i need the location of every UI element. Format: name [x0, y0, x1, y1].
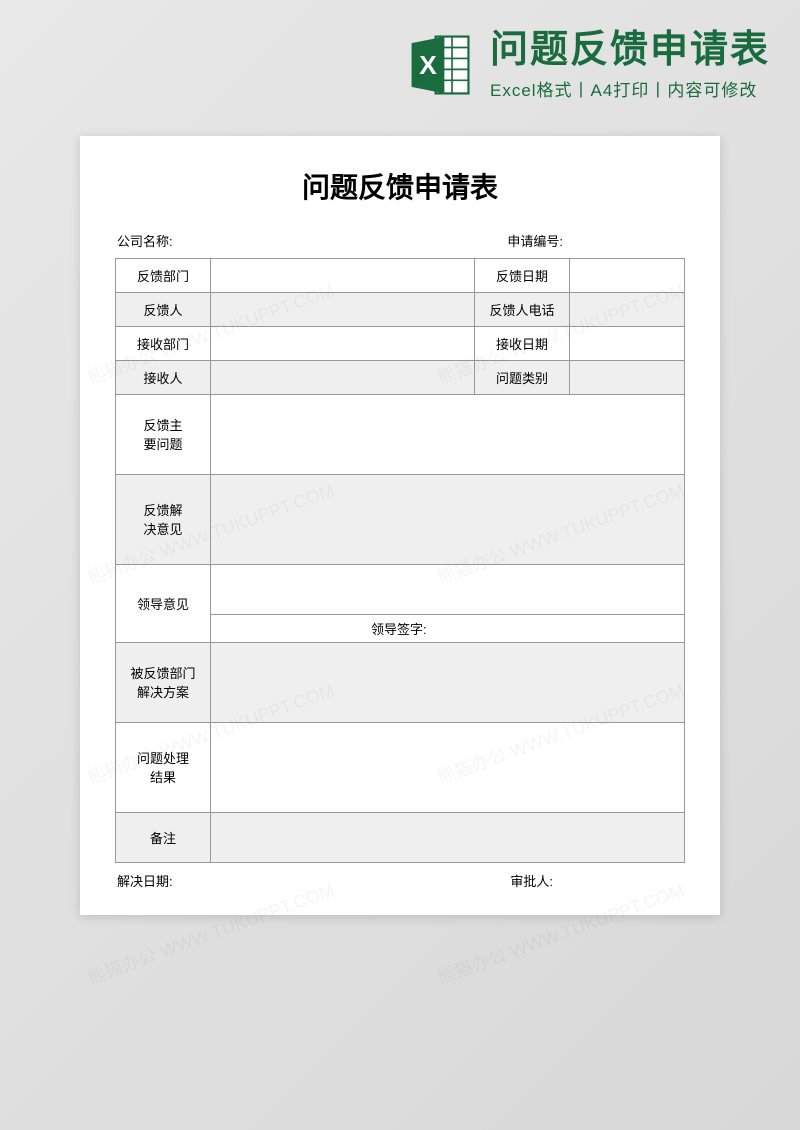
feedback-form-table: 反馈部门 反馈日期 反馈人 反馈人电话 接收部门 接收日期 接收人 问题类别 反… [115, 258, 685, 863]
company-name-label: 公司名称: [117, 231, 173, 250]
form-bottom-row: 解决日期: 审批人: [115, 871, 685, 890]
label-receive-dept: 接收部门 [116, 326, 211, 360]
form-title: 问题反馈申请表 [115, 166, 685, 206]
label-solution-opinion: 反馈解 决意见 [116, 474, 211, 564]
svg-text:X: X [419, 50, 437, 80]
header-subtitle: Excel格式丨A4打印丨内容可修改 [490, 76, 770, 101]
form-paper: 问题反馈申请表 公司名称: 申请编号: 反馈部门 反馈日期 反馈人 反馈人电话 … [80, 136, 720, 915]
page-header: X 问题反馈申请表 Excel格式丨A4打印丨内容可修改 [0, 0, 800, 116]
label-leader-sign: 领导签字: [211, 614, 685, 642]
input-feedback-date[interactable] [570, 258, 685, 292]
input-handle-result[interactable] [211, 722, 685, 812]
input-issue-type[interactable] [570, 360, 685, 394]
input-feedback-person[interactable] [211, 292, 475, 326]
input-receiver[interactable] [211, 360, 475, 394]
input-feedback-phone[interactable] [570, 292, 685, 326]
label-main-issue: 反馈主 要问题 [116, 394, 211, 474]
label-issue-type: 问题类别 [475, 360, 570, 394]
excel-icon: X [405, 30, 475, 100]
input-solution-opinion[interactable] [211, 474, 685, 564]
input-receive-date[interactable] [570, 326, 685, 360]
label-leader-opinion: 领导意见 [116, 564, 211, 642]
input-feedback-dept[interactable] [211, 258, 475, 292]
approver-label: 审批人: [510, 871, 683, 890]
header-title: 问题反馈申请表 [490, 30, 770, 72]
header-text-block: 问题反馈申请表 Excel格式丨A4打印丨内容可修改 [490, 30, 770, 101]
input-remark[interactable] [211, 812, 685, 862]
label-feedback-person: 反馈人 [116, 292, 211, 326]
label-handle-result: 问题处理 结果 [116, 722, 211, 812]
label-remark: 备注 [116, 812, 211, 862]
form-top-row: 公司名称: 申请编号: [115, 231, 685, 250]
resolve-date-label: 解决日期: [117, 871, 173, 890]
input-main-issue[interactable] [211, 394, 685, 474]
label-receiver: 接收人 [116, 360, 211, 394]
label-feedback-dept: 反馈部门 [116, 258, 211, 292]
label-receive-date: 接收日期 [475, 326, 570, 360]
label-feedback-date: 反馈日期 [475, 258, 570, 292]
label-dept-solution: 被反馈部门 解决方案 [116, 642, 211, 722]
label-feedback-phone: 反馈人电话 [475, 292, 570, 326]
input-dept-solution[interactable] [211, 642, 685, 722]
application-number-label: 申请编号: [507, 231, 683, 250]
input-leader-opinion[interactable] [211, 564, 685, 614]
input-receive-dept[interactable] [211, 326, 475, 360]
